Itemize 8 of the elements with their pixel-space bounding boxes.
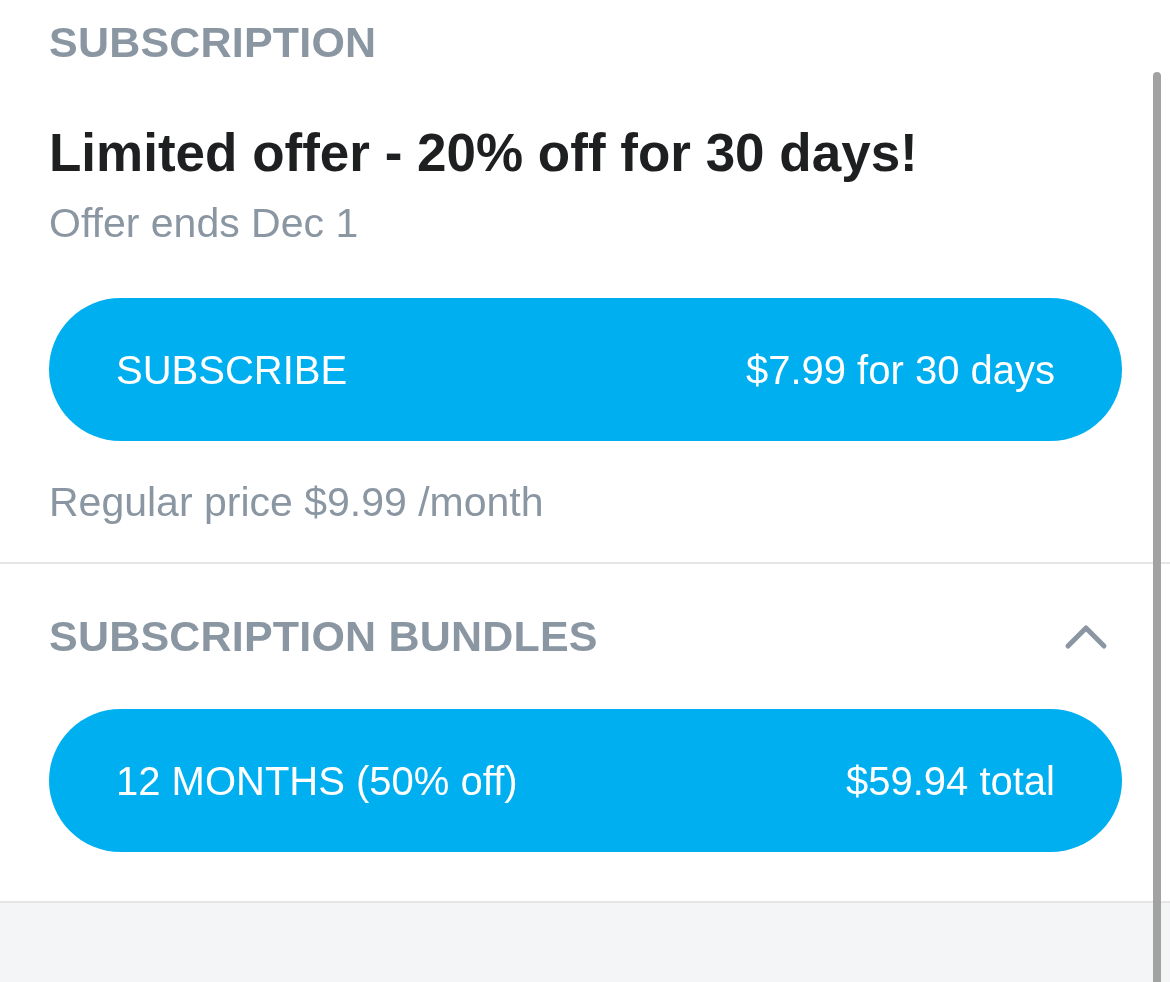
regular-price: Regular price $9.99 /month bbox=[49, 479, 544, 525]
subscribe-button[interactable]: SUBSCRIBE $7.99 for 30 days bbox=[49, 298, 1122, 441]
chevron-up-icon[interactable] bbox=[1064, 622, 1108, 650]
section-heading: SUBSCRIPTION BUNDLES bbox=[49, 611, 598, 662]
offer-title: Limited offer - 20% off for 30 days! bbox=[49, 123, 918, 183]
bundle-button[interactable]: 12 MONTHS (50% off) $59.94 total bbox=[49, 709, 1122, 852]
section-heading: SUBSCRIPTION bbox=[49, 17, 377, 68]
offer-end-date: Offer ends Dec 1 bbox=[49, 200, 359, 246]
